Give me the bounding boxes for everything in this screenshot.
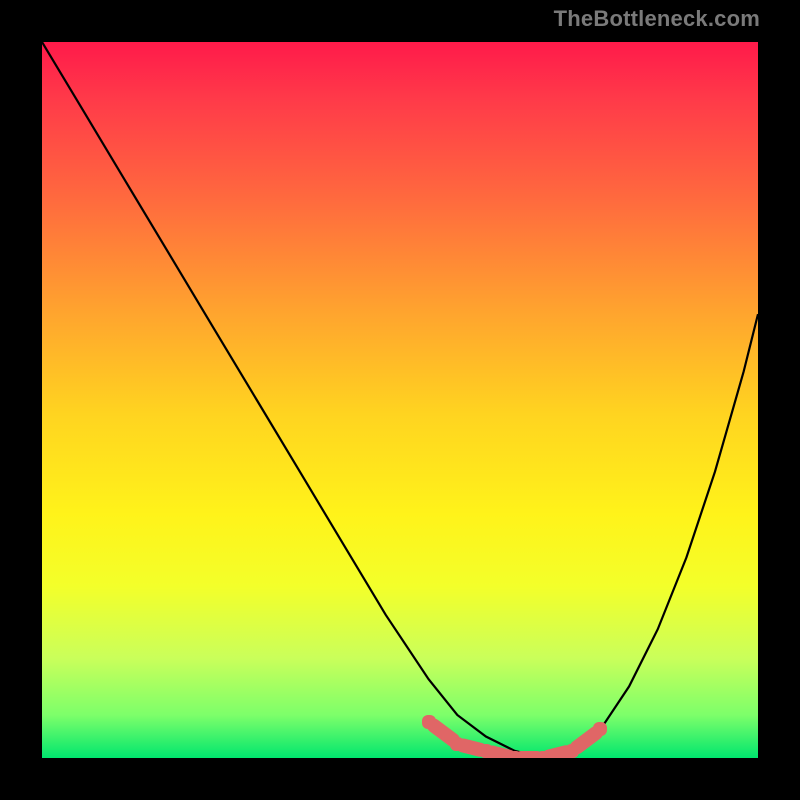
marker-segment <box>541 744 573 758</box>
chart-frame: TheBottleneck.com <box>0 0 800 800</box>
highlight-markers <box>42 42 758 758</box>
marker-segment <box>515 751 544 758</box>
watermark-text: TheBottleneck.com <box>554 6 760 32</box>
marker-segment <box>568 724 605 757</box>
marker-segment <box>456 737 488 758</box>
marker-segment <box>484 744 516 758</box>
plot-area <box>42 42 758 758</box>
